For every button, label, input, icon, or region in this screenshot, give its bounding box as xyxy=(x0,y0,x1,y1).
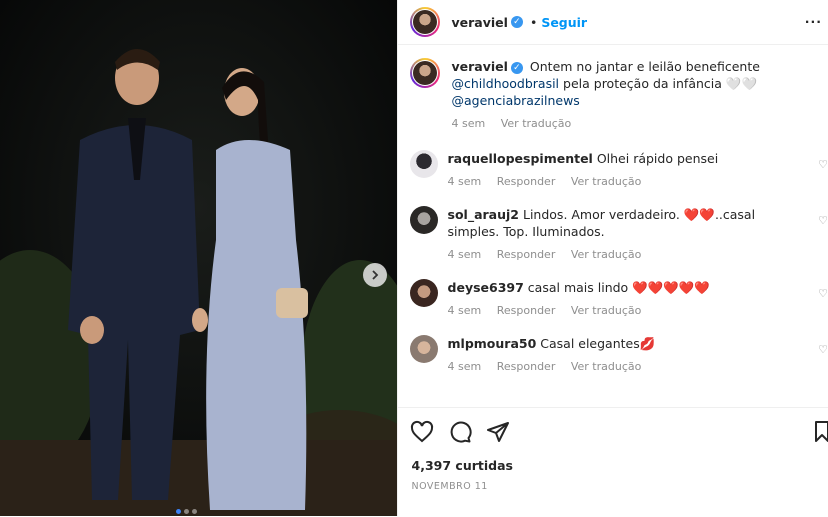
comment-meta: 4 sem Responder Ver tradução xyxy=(448,358,798,375)
like-heart-icon[interactable] xyxy=(410,420,434,444)
comment-meta: 4 sem Responder Ver tradução xyxy=(448,302,798,319)
save-bookmark-icon[interactable] xyxy=(814,420,828,442)
comment-username[interactable]: deyse6397 xyxy=(448,280,524,295)
follow-button[interactable]: Seguir xyxy=(541,15,587,30)
caption-text-2: pela proteção da infância xyxy=(563,76,722,91)
caption-meta: 4 sem Ver tradução xyxy=(452,115,802,132)
like-comment-icon[interactable]: ♡ xyxy=(818,343,828,356)
comments-list: veraviel ✓ Ontem no jantar e leilão benef… xyxy=(409,58,828,375)
like-comment-icon[interactable]: ♡ xyxy=(818,214,828,227)
post-date: NOVEMBRO 11 xyxy=(411,481,488,492)
comment-text: casal mais lindo ❤️❤️❤️❤️❤️ xyxy=(527,280,710,295)
author-avatar[interactable] xyxy=(409,7,440,37)
share-paper-plane-icon[interactable] xyxy=(486,420,510,444)
post-photo[interactable] xyxy=(0,0,397,516)
commenter-avatar[interactable] xyxy=(409,335,438,363)
comment-time: 4 sem xyxy=(447,304,482,317)
couple-photo-image xyxy=(0,0,397,516)
like-comment-icon[interactable]: ♡ xyxy=(818,287,828,300)
reply-link[interactable]: Responder xyxy=(497,248,556,261)
carousel-indicator xyxy=(176,509,197,514)
comment-text: Casal elegantes💋 xyxy=(540,336,656,351)
post-side-panel: veraviel ✓ • Seguir ··· veraviel ✓ Ontem … xyxy=(396,0,828,517)
translate-link[interactable]: Ver tradução xyxy=(571,304,642,317)
mention-link[interactable]: @childhoodbrasil xyxy=(452,76,560,91)
caption: veraviel ✓ Ontem no jantar e leilão benef… xyxy=(409,58,828,132)
comment-time: 4 sem xyxy=(447,175,482,188)
comment-bubble-icon[interactable] xyxy=(448,420,472,444)
avatar-image xyxy=(412,61,437,85)
post-actions: 4,397 curtidas NOVEMBRO 11 xyxy=(397,407,828,517)
carousel-dot xyxy=(192,509,197,514)
chevron-right-icon xyxy=(372,270,379,280)
comment-item: raquellopespimentel Olhei rápido pensei … xyxy=(409,150,828,190)
comment-username[interactable]: sol_arauj2 xyxy=(448,207,519,222)
comment-meta: 4 sem Responder Ver tradução xyxy=(448,246,798,263)
likes-count[interactable]: 4,397 curtidas xyxy=(412,458,513,473)
caption-username[interactable]: veraviel xyxy=(452,59,508,74)
mention-link[interactable]: @agenciabrazilnews xyxy=(452,93,580,108)
commenter-avatar[interactable] xyxy=(409,150,438,178)
comment-username[interactable]: mlpmoura50 xyxy=(448,336,537,351)
commenter-avatar[interactable] xyxy=(409,279,438,307)
more-options-icon[interactable]: ··· xyxy=(805,14,822,29)
reply-link[interactable]: Responder xyxy=(497,304,556,317)
author-username[interactable]: veraviel xyxy=(452,15,508,30)
comment-item: deyse6397 casal mais lindo ❤️❤️❤️❤️❤️ 4 … xyxy=(409,279,828,319)
caption-avatar[interactable] xyxy=(409,58,440,88)
separator-dot: • xyxy=(529,14,538,30)
translate-link[interactable]: Ver tradução xyxy=(571,175,642,188)
commenter-avatar[interactable] xyxy=(409,206,438,234)
comment-item: mlpmoura50 Casal elegantes💋 4 sem Respon… xyxy=(409,335,828,375)
caption-text-1: Ontem no jantar e leilão beneficente xyxy=(529,59,760,74)
translate-link[interactable]: Ver tradução xyxy=(571,248,642,261)
comment-time: 4 sem xyxy=(447,360,482,373)
comment-text: Olhei rápido pensei xyxy=(596,151,719,166)
reply-link[interactable]: Responder xyxy=(497,360,556,373)
post-header: veraviel ✓ • Seguir ··· xyxy=(397,0,828,45)
carousel-next-button[interactable] xyxy=(363,263,387,287)
caption-time: 4 sem xyxy=(451,117,486,130)
carousel-dot-active xyxy=(176,509,181,514)
verified-badge-icon: ✓ xyxy=(510,61,523,74)
comment-item: sol_arauj2 Lindos. Amor verdadeiro. ❤️❤️… xyxy=(409,206,828,263)
like-comment-icon[interactable]: ♡ xyxy=(818,158,828,171)
reply-link[interactable]: Responder xyxy=(497,175,556,188)
carousel-dot xyxy=(184,509,189,514)
avatar-image xyxy=(412,10,437,34)
instagram-post-view: veraviel ✓ • Seguir ··· veraviel ✓ Ontem … xyxy=(0,0,828,516)
caption-emoji: 🤍🤍 xyxy=(725,76,758,91)
translate-link[interactable]: Ver tradução xyxy=(501,117,572,130)
comment-username[interactable]: raquellopespimentel xyxy=(448,151,593,166)
translate-link[interactable]: Ver tradução xyxy=(571,360,642,373)
comment-meta: 4 sem Responder Ver tradução xyxy=(448,173,798,190)
comment-time: 4 sem xyxy=(447,248,482,261)
verified-badge-icon: ✓ xyxy=(510,16,523,28)
